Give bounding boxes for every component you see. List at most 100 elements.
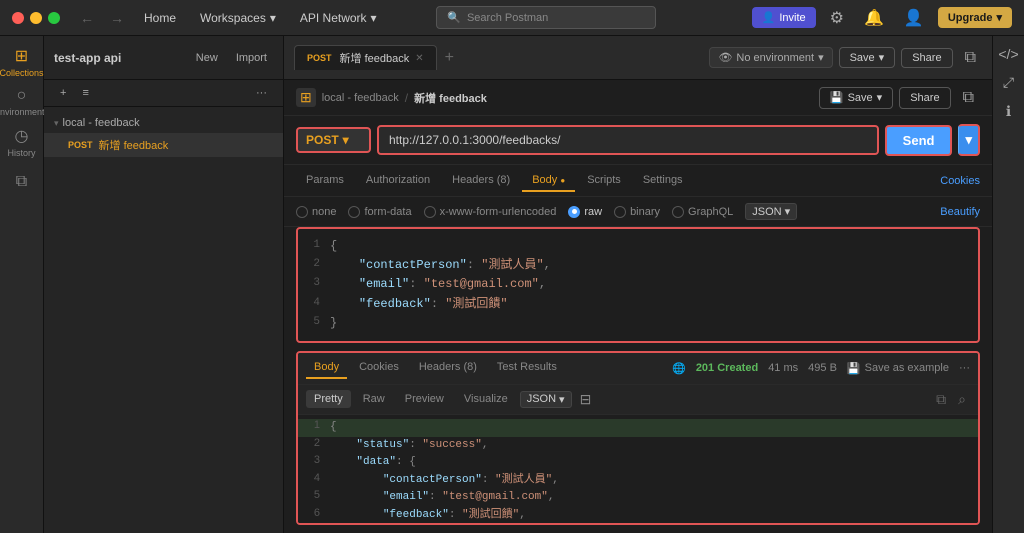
tab-name: 新增 feedback [340, 50, 410, 66]
url-input[interactable] [377, 125, 879, 155]
tab-params[interactable]: Params [296, 170, 354, 192]
back-button[interactable]: ← [76, 8, 98, 28]
json-format-select[interactable]: JSON ▾ [745, 203, 797, 220]
filter-icon[interactable]: ⊟ [576, 389, 596, 410]
minimize-button[interactable] [30, 12, 42, 24]
workspaces-nav[interactable]: Workspaces ▾ [192, 7, 284, 29]
chevron-down-icon: ▾ [54, 118, 59, 129]
app-name: test-app api [54, 51, 184, 65]
breadcrumb-current: 新增 feedback [414, 90, 487, 106]
resp-line-5: 5 "email": "test@gmail.com", [298, 489, 978, 507]
add-collection-button[interactable]: + [54, 84, 72, 102]
body-opt-form-data[interactable]: form-data [348, 206, 411, 218]
avatar-button[interactable]: 👤 [898, 6, 930, 30]
breadcrumb-more-icon[interactable]: ⧉ [957, 87, 980, 109]
notifications-button[interactable]: 🔔 [858, 6, 890, 30]
tab-post-feedback[interactable]: POST 新增 feedback ✕ [294, 45, 437, 70]
view-raw[interactable]: Raw [355, 390, 393, 408]
body-opt-binary[interactable]: binary [614, 206, 660, 218]
save-example-button[interactable]: 💾 Save as example [847, 362, 949, 375]
resp-line-1: 1 { [298, 419, 978, 437]
resp-tab-body[interactable]: Body [306, 357, 347, 379]
radio-none [296, 206, 308, 218]
forward-button[interactable]: → [106, 8, 128, 28]
breadcrumb-actions: 💾 Save ▾ Share ⧉ [819, 87, 980, 109]
invite-button[interactable]: 👤 Invite [752, 7, 816, 28]
sidebar-item-environments[interactable]: ○ Environments [4, 84, 40, 120]
body-opt-raw[interactable]: raw [568, 206, 602, 218]
response-dots-menu[interactable]: ··· [959, 362, 970, 374]
request-body-editor[interactable]: 1 { 2 "contactPerson": "測試人員", 3 "email"… [296, 227, 980, 343]
title-bar: ← → Home Workspaces ▾ API Network ▾ 🔍 Se… [0, 0, 1024, 36]
breadcrumb: ⊞ local - feedback / 新增 feedback 💾 Save … [284, 80, 992, 116]
send-chevron-button[interactable]: ▾ [958, 124, 980, 156]
view-pretty[interactable]: Pretty [306, 390, 351, 408]
copy-icon[interactable]: ⧉ [932, 389, 950, 410]
response-size: 495 B [808, 362, 837, 374]
api-network-nav[interactable]: API Network ▾ [292, 7, 385, 29]
new-button[interactable]: New [190, 49, 224, 67]
radio-binary [614, 206, 626, 218]
tab-headers[interactable]: Headers (8) [442, 170, 520, 192]
main-layout: ⊞ Collections ○ Environments ◷ History ⧉… [0, 36, 1024, 533]
sidebar-item-collections[interactable]: ⊞ Collections [4, 44, 40, 80]
tab-scripts[interactable]: Scripts [577, 170, 631, 192]
import-button[interactable]: Import [230, 49, 273, 67]
upgrade-button[interactable]: Upgrade ▾ [938, 7, 1012, 28]
panel-expand-icon[interactable]: ⧉ [959, 47, 982, 69]
response-json-format[interactable]: JSON ▾ [520, 391, 572, 408]
collection-item[interactable]: ▾ local - feedback [44, 113, 283, 133]
environment-select[interactable]: 👁 No environment ▾ [709, 47, 832, 68]
send-button[interactable]: Send [885, 125, 953, 156]
body-opt-graphql[interactable]: GraphQL [672, 206, 733, 218]
sidebar-item-history[interactable]: ◷ History [4, 124, 40, 160]
settings-button[interactable]: ⚙ [824, 6, 850, 30]
resp-line-3: 3 "data": { [298, 454, 978, 472]
response-header: Body Cookies Headers (8) Test Results 🌐 … [298, 353, 978, 385]
code-line-1: 1 { [298, 237, 978, 256]
share-button[interactable]: Share [901, 48, 952, 68]
response-body: 1 { 2 "status": "success", 3 "data": { 4 [298, 415, 978, 523]
resp-tab-cookies[interactable]: Cookies [351, 357, 407, 379]
search-response-icon[interactable]: ⌕ [954, 389, 970, 410]
fullscreen-button[interactable] [48, 12, 60, 24]
json-chevron-icon: ▾ [785, 205, 791, 218]
close-button[interactable] [12, 12, 24, 24]
dots-button[interactable]: ··· [250, 84, 273, 102]
save-button[interactable]: Save ▾ [839, 47, 896, 68]
request-item[interactable]: POST 新增 feedback [44, 133, 283, 157]
tab-add-button[interactable]: + [441, 49, 458, 67]
breadcrumb-collection-icon: ⊞ [296, 88, 316, 107]
tab-body[interactable]: Body ● [522, 170, 575, 192]
resp-tab-test-results[interactable]: Test Results [489, 357, 565, 379]
url-bar: POST ▾ Send ▾ [284, 116, 992, 165]
view-preview[interactable]: Preview [397, 390, 452, 408]
tab-close-icon[interactable]: ✕ [415, 53, 423, 64]
body-opt-none[interactable]: none [296, 206, 336, 218]
resize-icon[interactable]: ⤢ [997, 72, 1020, 93]
collection-tree: ▾ local - feedback POST 新增 feedback [44, 107, 283, 533]
code-icon[interactable]: </> [992, 44, 1024, 64]
tab-authorization[interactable]: Authorization [356, 170, 440, 192]
view-visualize[interactable]: Visualize [456, 390, 516, 408]
sidebar-item-mock[interactable]: ⧉ [4, 164, 40, 200]
resp-tab-headers[interactable]: Headers (8) [411, 357, 485, 379]
request-area: ⊞ local - feedback / 新增 feedback 💾 Save … [284, 80, 992, 533]
menu-button[interactable]: ≡ [76, 84, 94, 102]
beautify-button[interactable]: Beautify [940, 206, 980, 218]
tab-settings[interactable]: Settings [633, 170, 693, 192]
search-bar[interactable]: 🔍 Search Postman [436, 6, 656, 29]
cookies-link[interactable]: Cookies [940, 175, 980, 187]
body-opt-urlencoded[interactable]: x-www-form-urlencoded [424, 206, 557, 218]
home-nav[interactable]: Home [136, 7, 184, 29]
info-icon[interactable]: ℹ [1000, 101, 1017, 122]
response-options: Pretty Raw Preview Visualize JSON ▾ ⊟ ⧉ … [298, 385, 978, 415]
right-rail: </> ⤢ ℹ [992, 36, 1024, 533]
collection-name: local - feedback [63, 117, 273, 129]
environments-label: Environments [0, 107, 49, 117]
tab-bar: POST 新增 feedback ✕ + 👁 No environment ▾ … [284, 36, 992, 80]
breadcrumb-share-button[interactable]: Share [899, 87, 950, 109]
save-icon: 💾 [847, 362, 861, 375]
breadcrumb-save-button[interactable]: 💾 Save ▾ [819, 87, 893, 109]
method-select[interactable]: POST ▾ [296, 127, 371, 153]
